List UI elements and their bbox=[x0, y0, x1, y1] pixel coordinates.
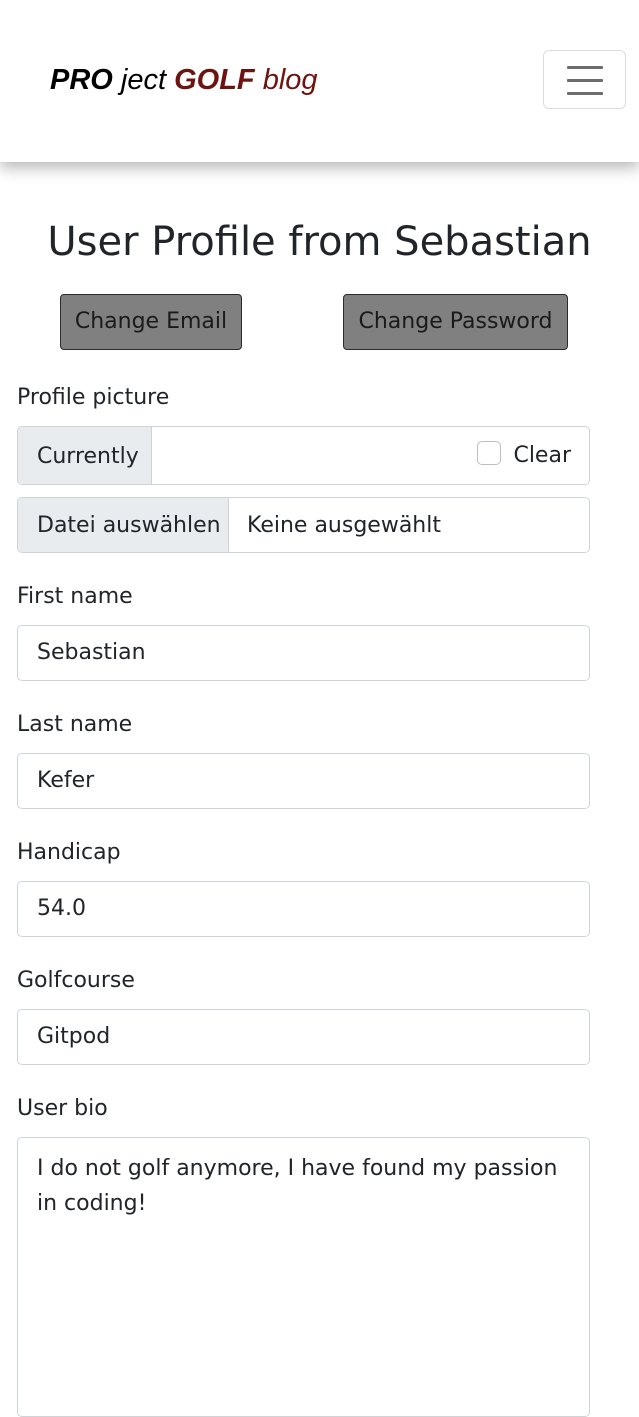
profile-picture-label: Profile picture bbox=[17, 385, 170, 410]
file-status-text: Keine ausgewählt bbox=[247, 513, 441, 538]
brand-pro: PRO bbox=[50, 64, 113, 96]
first-name-input[interactable]: Sebastian bbox=[17, 625, 590, 681]
brand-blog: blog bbox=[254, 64, 318, 96]
clear-checkbox-wrapper[interactable]: Clear bbox=[477, 427, 571, 484]
brand-ject: ject bbox=[112, 64, 175, 96]
change-password-button[interactable]: Change Password bbox=[343, 294, 568, 350]
change-email-button[interactable]: Change Email bbox=[60, 294, 242, 350]
profile-picture-file-input[interactable]: Datei auswählen Keine ausgewählt bbox=[17, 497, 590, 553]
last-name-input[interactable]: Kefer bbox=[17, 753, 590, 809]
clear-checkbox[interactable] bbox=[477, 441, 502, 465]
brand-golf: GOLF bbox=[174, 64, 255, 96]
handicap-input[interactable]: 54.0 bbox=[17, 881, 590, 937]
page-title: User Profile from Sebastian bbox=[47, 219, 592, 265]
clear-checkbox-label: Clear bbox=[513, 443, 571, 468]
golfcourse-label: Golfcourse bbox=[17, 968, 135, 993]
navbar-toggle-button[interactable] bbox=[543, 50, 626, 109]
top-navbar: PRO ject GOLF blog bbox=[0, 0, 639, 162]
handicap-label: Handicap bbox=[17, 840, 121, 865]
choose-file-button[interactable]: Datei auswählen bbox=[18, 498, 229, 552]
brand-logo[interactable]: PRO ject GOLF blog bbox=[50, 60, 318, 100]
last-name-label: Last name bbox=[17, 712, 133, 737]
user-bio-label: User bio bbox=[17, 1096, 108, 1121]
profile-picture-current-group: Currently Clear bbox=[17, 426, 590, 485]
user-bio-textarea[interactable]: I do not golf anymore, I have found my p… bbox=[17, 1137, 590, 1417]
first-name-label: First name bbox=[17, 584, 133, 609]
currently-addon: Currently bbox=[18, 427, 152, 484]
golfcourse-input[interactable]: Gitpod bbox=[17, 1009, 590, 1065]
